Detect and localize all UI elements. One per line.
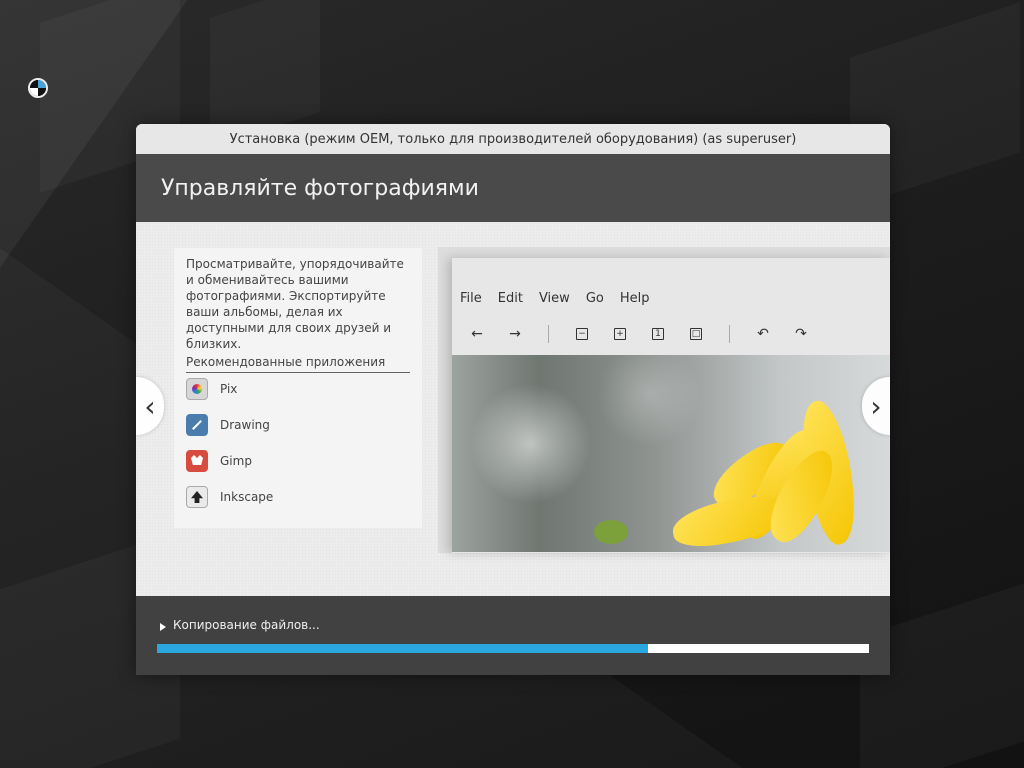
- toolbar-separator: [548, 325, 549, 343]
- preview-menu-view: View: [538, 291, 570, 306]
- preview-window: File Edit View Go Help ← → − + 1 □ ↶ ↷: [452, 258, 890, 553]
- slide-text-panel: Просматривайте, упорядочивайте и обменив…: [174, 248, 422, 528]
- installer-status-footer: Копирование файлов...: [136, 596, 890, 675]
- gimp-icon: [186, 450, 208, 472]
- fit-icon: □: [690, 328, 702, 340]
- recommended-app-label: Pix: [220, 382, 238, 396]
- previous-slide-button[interactable]: ‹: [136, 377, 164, 435]
- window-titlebar: Установка (режим OEM, только для произво…: [136, 124, 890, 154]
- pix-icon: [186, 378, 208, 400]
- desktop-menu-icon[interactable]: [28, 78, 48, 98]
- recommended-app-label: Drawing: [220, 418, 270, 432]
- recommended-app-inkscape: Inkscape: [186, 485, 273, 509]
- preview-photo: [452, 355, 890, 553]
- slide-description: Просматривайте, упорядочивайте и обменив…: [186, 257, 404, 351]
- actual-size-icon: 1: [649, 325, 667, 343]
- rotate-right-icon: ↷: [795, 326, 807, 342]
- pix-screenshot-preview: File Edit View Go Help ← → − + 1 □ ↶ ↷: [438, 247, 890, 553]
- status-text: Копирование файлов...: [173, 618, 320, 632]
- lily-leaf: [594, 520, 628, 544]
- forward-icon: →: [509, 326, 521, 342]
- details-expander-icon[interactable]: [160, 623, 166, 631]
- recommended-apps-title: Рекомендованные приложения: [186, 355, 410, 373]
- slide-header: Управляйте фотографиями: [136, 154, 890, 222]
- slide-content: ‹ Просматривайте, упорядочивайте и обмен…: [136, 222, 890, 596]
- preview-menubar: File Edit View Go Help: [460, 291, 649, 306]
- installer-window: Установка (режим OEM, только для произво…: [136, 124, 890, 675]
- toolbar-separator: [729, 325, 730, 343]
- copy-progress-bar: [157, 644, 869, 653]
- preview-menu-go: Go: [585, 291, 604, 306]
- window-title: Установка (режим OEM, только для произво…: [229, 131, 797, 147]
- inkscape-icon: [186, 486, 208, 508]
- copy-progress-fill: [157, 644, 649, 653]
- back-icon: ←: [471, 326, 483, 342]
- preview-menu-edit: Edit: [497, 291, 523, 306]
- recommended-app-label: Inkscape: [220, 490, 274, 504]
- slide-title: Управляйте фотографиями: [161, 175, 479, 201]
- recommended-app-pix: Pix: [186, 377, 237, 401]
- rotate-left-icon: ↶: [757, 326, 769, 342]
- recommended-app-gimp: Gimp: [186, 449, 252, 473]
- recommended-app-drawing: Drawing: [186, 413, 270, 437]
- zoom-in-icon: +: [611, 325, 629, 343]
- preview-menu-help: Help: [619, 291, 650, 306]
- preview-toolbar: ← → − + 1 □ ↶ ↷: [468, 322, 810, 346]
- zoom-out-icon: −: [573, 325, 591, 343]
- preview-menu-file: File: [460, 291, 482, 306]
- drawing-icon: [186, 414, 208, 436]
- recommended-app-label: Gimp: [220, 454, 252, 468]
